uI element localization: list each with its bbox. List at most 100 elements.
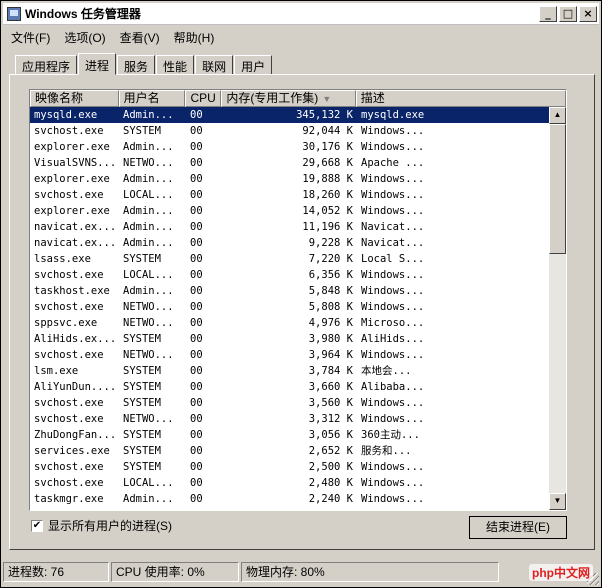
menu-file[interactable]: 文件(F) <box>11 29 50 46</box>
process-user: NETWO... <box>123 349 174 361</box>
process-description: Microso... <box>361 317 425 329</box>
process-user: NETWO... <box>123 301 174 313</box>
show-all-users-checkbox[interactable]: ✔ <box>31 519 43 532</box>
process-row[interactable]: explorer.exe Admin... 00 30,176 K Windows... <box>30 139 550 155</box>
window-controls: _ □ × <box>539 6 597 22</box>
process-user: Admin... <box>123 205 174 217</box>
process-description: Windows... <box>361 413 425 425</box>
process-row[interactable]: svchost.exe SYSTEM 00 3,560 K Windows... <box>30 395 550 411</box>
process-row[interactable]: svchost.exe NETWO... 00 5,808 K Windows... <box>30 299 550 315</box>
process-cpu: 00 <box>190 205 203 217</box>
process-name: navicat.ex... <box>34 237 117 249</box>
process-row[interactable]: VisualSVNS... NETWO... 00 29,668 K Apache ..… <box>30 155 550 171</box>
process-row[interactable]: sppsvc.exe NETWO... 00 4,976 K Microso... <box>30 315 550 331</box>
process-cpu: 00 <box>190 237 203 249</box>
minimize-button[interactable]: _ <box>539 6 557 22</box>
scroll-up-button[interactable]: ▲ <box>549 107 566 124</box>
column-image-name[interactable]: 映像名称 <box>30 90 119 107</box>
process-row[interactable]: lsass.exe SYSTEM 00 7,220 K Local S... <box>30 251 550 267</box>
process-cpu: 00 <box>190 349 203 361</box>
process-cpu: 00 <box>190 397 203 409</box>
process-cpu: 00 <box>190 109 203 121</box>
column-description[interactable]: 描述 <box>355 90 566 107</box>
column-cpu[interactable]: CPU <box>185 90 222 107</box>
process-description: Alibaba... <box>361 381 425 393</box>
task-manager-icon <box>7 6 21 21</box>
process-name: svchost.exe <box>34 349 104 361</box>
process-name: svchost.exe <box>34 397 104 409</box>
tab-users[interactable]: 用户 <box>234 55 273 75</box>
process-user: SYSTEM <box>123 365 161 377</box>
process-row[interactable]: ZhuDongFan... SYSTEM 00 3,056 K 360主动... <box>30 427 550 443</box>
process-description: 本地会... <box>361 365 412 377</box>
scroll-thumb[interactable] <box>549 124 566 254</box>
process-name: AliHids.ex... <box>34 333 117 345</box>
process-name: navicat.ex... <box>34 221 117 233</box>
process-description: Windows... <box>361 461 425 473</box>
process-row[interactable]: mysqld.exe Admin... 00 345,132 K mysqld.exe <box>30 107 550 123</box>
process-user: Admin... <box>123 493 174 505</box>
watermark-logo: php中文网 <box>529 564 593 581</box>
scroll-down-button[interactable]: ▼ <box>549 493 566 510</box>
process-row[interactable]: lsm.exe SYSTEM 00 3,784 K 本地会... <box>30 363 550 379</box>
task-manager-window: Windows 任务管理器 _ □ × 文件(F) 选项(O) 查看(V) 帮助… <box>0 0 602 588</box>
process-row[interactable]: explorer.exe Admin... 00 14,052 K Windows... <box>30 203 550 219</box>
end-process-button[interactable]: 结束进程(E) <box>469 516 567 539</box>
menu-help[interactable]: 帮助(H) <box>174 29 215 46</box>
process-memory: 3,560 K <box>308 397 353 409</box>
process-row[interactable]: svchost.exe LOCAL... 00 2,480 K Windows... <box>30 475 550 491</box>
process-name: VisualSVNS... <box>34 157 117 169</box>
process-memory: 19,888 K <box>302 173 353 185</box>
process-description: Windows... <box>361 301 425 313</box>
process-memory: 30,176 K <box>302 141 353 153</box>
process-cpu: 00 <box>190 221 203 233</box>
tab-performance[interactable]: 性能 <box>156 55 195 75</box>
process-memory: 2,652 K <box>308 445 353 457</box>
process-row[interactable]: svchost.exe SYSTEM 00 92,044 K Windows... <box>30 123 550 139</box>
process-row[interactable]: explorer.exe Admin... 00 19,888 K Windows... <box>30 171 550 187</box>
process-name: taskhost.exe <box>34 285 110 297</box>
tab-services[interactable]: 服务 <box>117 55 156 75</box>
process-row[interactable]: AliHids.ex... SYSTEM 00 3,980 K AliHids... <box>30 331 550 347</box>
process-row[interactable]: navicat.ex... Admin... 00 11,196 K Navicat..… <box>30 219 550 235</box>
process-user: SYSTEM <box>123 125 161 137</box>
process-description: Local S... <box>361 253 425 265</box>
close-button[interactable]: × <box>579 6 597 22</box>
process-user: SYSTEM <box>123 381 161 393</box>
process-row[interactable]: navicat.ex... Admin... 00 9,228 K Navicat... <box>30 235 550 251</box>
process-cpu: 00 <box>190 477 203 489</box>
process-description: Navicat... <box>361 237 425 249</box>
menu-view[interactable]: 查看(V) <box>120 29 160 46</box>
title-bar[interactable]: Windows 任务管理器 _ □ × <box>3 3 599 25</box>
process-cpu: 00 <box>190 317 203 329</box>
menu-options[interactable]: 选项(O) <box>64 29 105 46</box>
process-memory: 2,480 K <box>308 477 353 489</box>
tab-networking[interactable]: 联网 <box>195 55 234 75</box>
process-row[interactable]: svchost.exe NETWO... 00 3,312 K Windows... <box>30 411 550 427</box>
column-user-name[interactable]: 用户名 <box>118 90 186 107</box>
process-user: Admin... <box>123 173 174 185</box>
process-description: Windows... <box>361 349 425 361</box>
process-row[interactable]: svchost.exe SYSTEM 00 2,500 K Windows... <box>30 459 550 475</box>
process-user: NETWO... <box>123 157 174 169</box>
process-row[interactable]: svchost.exe NETWO... 00 3,964 K Windows... <box>30 347 550 363</box>
process-row[interactable]: taskhost.exe Admin... 00 5,848 K Windows... <box>30 283 550 299</box>
process-row[interactable]: AliYunDun.... SYSTEM 00 3,660 K Alibaba... <box>30 379 550 395</box>
show-all-users-option[interactable]: ✔ 显示所有用户的进程(S) <box>31 517 172 534</box>
process-row[interactable]: svchost.exe LOCAL... 00 18,260 K Windows... <box>30 187 550 203</box>
process-cpu: 00 <box>190 157 203 169</box>
process-row[interactable]: taskmgr.exe Admin... 00 2,240 K Windows... <box>30 491 550 507</box>
process-name: svchost.exe <box>34 269 104 281</box>
vertical-scrollbar[interactable]: ▲ ▼ <box>549 107 566 510</box>
maximize-button[interactable]: □ <box>559 6 577 22</box>
column-memory[interactable]: 内存(专用工作集) ▼ <box>221 90 356 107</box>
process-user: LOCAL... <box>123 269 174 281</box>
process-name: services.exe <box>34 445 110 457</box>
tab-applications[interactable]: 应用程序 <box>15 55 78 75</box>
process-list[interactable]: 映像名称 用户名 CPU 内存(专用工作集) ▼ 描述 mysqld.exe Adm… <box>29 89 567 511</box>
process-row[interactable]: svchost.exe LOCAL... 00 6,356 K Windows... <box>30 267 550 283</box>
process-name: AliYunDun.... <box>34 381 117 393</box>
tab-strip: 应用程序 进程 服务 性能 联网 用户 <box>15 53 273 75</box>
tab-processes[interactable]: 进程 <box>78 53 117 75</box>
process-row[interactable]: services.exe SYSTEM 00 2,652 K 服务和... <box>30 443 550 459</box>
